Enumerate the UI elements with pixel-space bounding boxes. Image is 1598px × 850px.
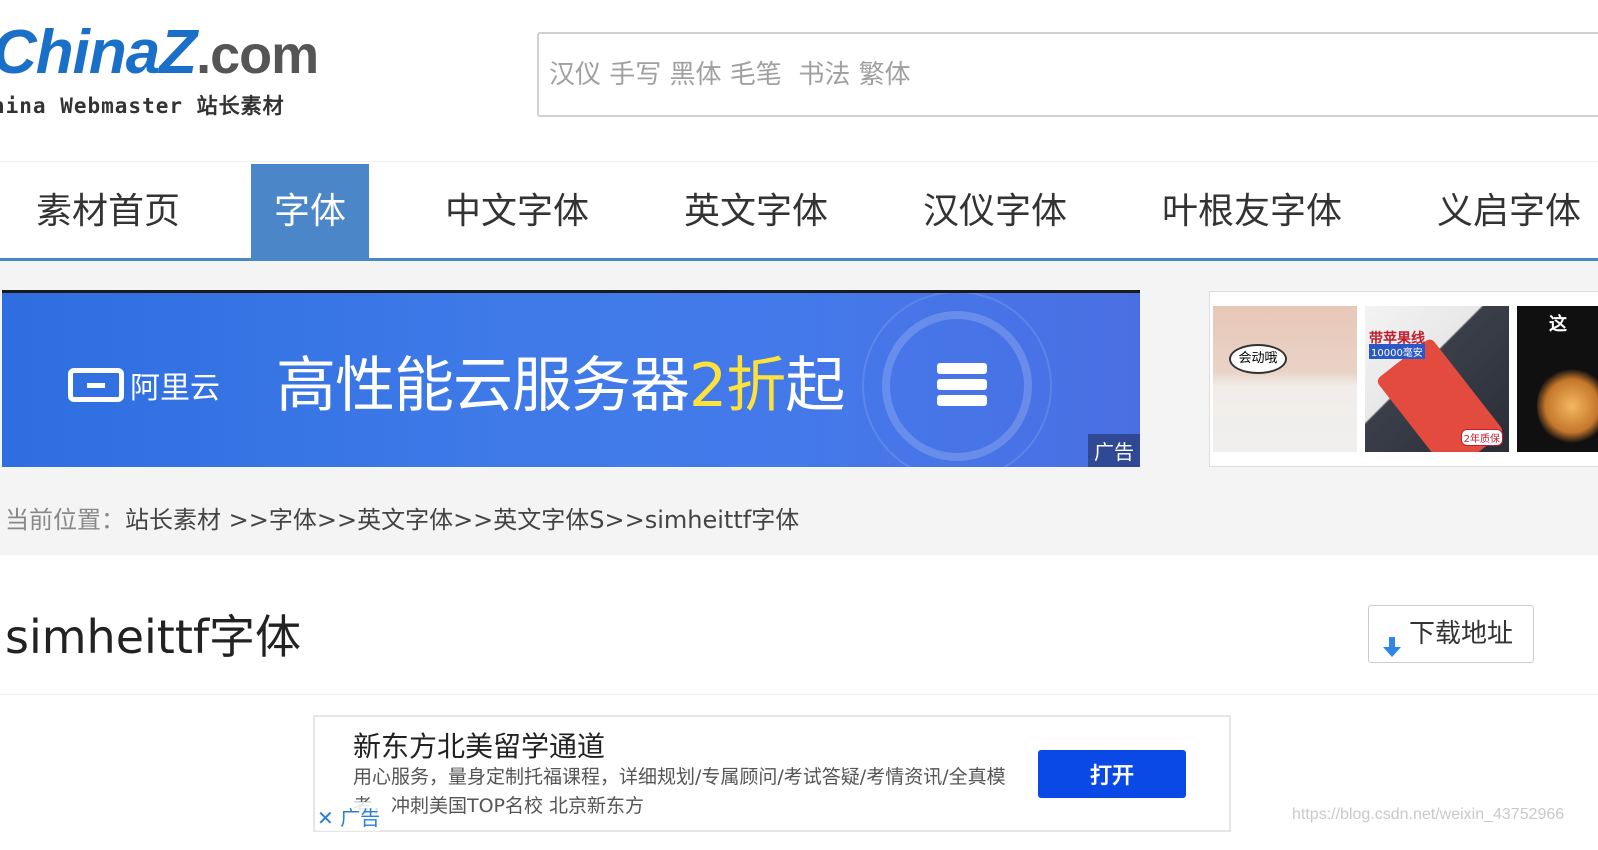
search-box[interactable] [537,32,1598,117]
nav-item-english-fonts[interactable]: 英文字体 [684,164,828,259]
nav-item-home[interactable]: 素材首页 [36,164,180,259]
breadcrumb: 当前位置：站长素材 >>字体>>英文字体>>英文字体S>>simheittf字体 [5,500,799,535]
logo-wordmark: ChinaZ.com [0,18,319,87]
watermark: https://blog.csdn.net/weixin_43752966 [1292,806,1565,823]
site-logo[interactable]: ChinaZ.com hina Webmaster 站长素材 [0,18,352,118]
main-nav: 素材首页 字体 中文字体 英文字体 汉仪字体 叶根友字体 义启字体 [0,161,1598,261]
thumbnail-ads: 会动哦 带苹果线 10000毫安 2年质保 这 [1209,291,1598,467]
ad-close-control[interactable]: ✕ 广告 [317,802,381,831]
nav-item-chinese-fonts[interactable]: 中文字体 [445,164,589,259]
logo-subtitle: hina Webmaster 站长素材 [0,94,285,118]
breadcrumb-label: 当前位置： [5,506,125,534]
download-button[interactable]: 下载地址 [1368,605,1534,663]
server-icon [937,363,987,407]
aliyun-logo: 阿里云 [68,363,220,406]
banner-headline: 高性能云服务器2折起 [276,351,845,421]
ad-tag: 广告 [1088,434,1140,467]
ad-title: 新东方北美留学通道 [353,730,606,763]
nav-item-fonts[interactable]: 字体 [251,164,369,259]
thumbnail-ad-1[interactable]: 会动哦 [1213,306,1357,452]
aliyun-mark-icon [68,368,124,402]
download-arrow-icon [1381,623,1403,657]
ad-description: 用心服务，量身定制托福课程，详细规划/专属顾问/考试答疑/考情资讯/全真模考，冲… [353,766,1006,817]
nav-item-hanyi-fonts[interactable]: 汉仪字体 [923,164,1067,259]
thumbnail-ad-3[interactable]: 这 [1517,306,1598,452]
close-icon[interactable]: ✕ [317,806,334,830]
nav-item-yiqi-fonts[interactable]: 义启字体 [1437,164,1581,259]
ad-open-button[interactable]: 打开 [1038,750,1186,798]
site-header: ChinaZ.com hina Webmaster 站长素材 [0,0,1598,160]
title-area: simheittf字体 下载地址 [0,555,1598,695]
speech-bubble: 会动哦 [1229,344,1287,374]
aliyun-banner-ad[interactable]: 阿里云 高性能云服务器2折起 广告 [2,290,1140,467]
page-title: simheittf字体 [5,610,302,664]
thumbnail-ad-2[interactable]: 带苹果线 10000毫安 2年质保 [1365,306,1509,452]
text-ad[interactable]: 新东方北美留学通道 用心服务，量身定制托福课程，详细规划/专属顾问/考试答疑/考… [313,715,1231,832]
nav-item-yegenyou-fonts[interactable]: 叶根友字体 [1162,164,1342,259]
search-input[interactable] [539,34,1598,115]
breadcrumb-path[interactable]: 站长素材 >>字体>>英文字体>>英文字体S>>simheittf字体 [125,506,799,534]
